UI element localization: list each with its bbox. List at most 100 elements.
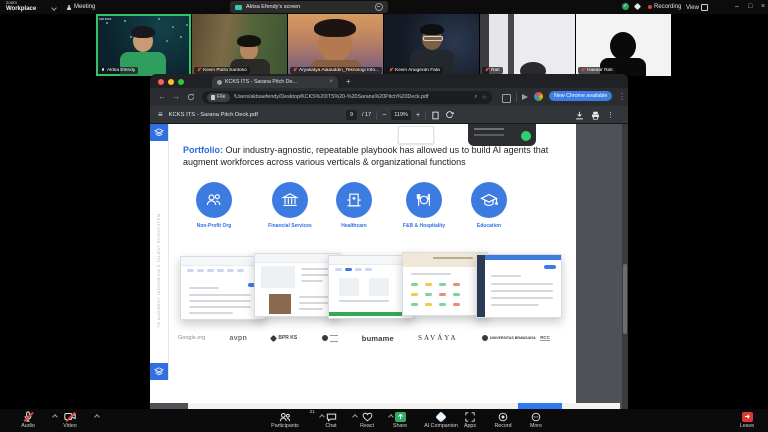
- participants-count-badge: 21: [310, 410, 315, 415]
- mac-close-button[interactable]: [158, 79, 164, 85]
- reload-icon[interactable]: [187, 93, 195, 101]
- mac-minimize-button[interactable]: [168, 79, 174, 85]
- logo-text-lines: [330, 335, 338, 342]
- zoom-in-icon[interactable]: +: [416, 112, 420, 119]
- category-label: Education: [456, 223, 522, 229]
- chrome-menu-icon[interactable]: ⋮: [618, 92, 626, 102]
- meeting-icon: [66, 5, 71, 10]
- maximize-button[interactable]: □: [748, 2, 752, 12]
- zoom-titlebar: zoom Workplace Meeting Aktsa Efendy's sc…: [0, 0, 768, 14]
- chat-button[interactable]: Chat: [316, 411, 346, 429]
- avatar: [314, 19, 356, 37]
- more-button[interactable]: More: [521, 411, 551, 429]
- participant-video-1[interactable]: sarana Aktsa Efendy: [96, 14, 191, 76]
- print-icon[interactable]: [591, 111, 600, 120]
- audio-button[interactable]: Audio: [10, 411, 46, 429]
- participant-name-pill: Rafi: [482, 67, 503, 74]
- category-nonprofit: Non-Profit Org: [181, 182, 247, 229]
- chevron-down-icon[interactable]: [51, 5, 57, 11]
- ai-sparkle-icon[interactable]: [634, 3, 641, 10]
- participant-video-2[interactable]: Kevin Putra Santoso: [192, 14, 287, 76]
- send-tab-icon[interactable]: [522, 94, 528, 100]
- video-button[interactable]: Video: [52, 411, 88, 429]
- pdf-more-icon[interactable]: ⋮: [607, 111, 614, 119]
- participant-video-4[interactable]: Kevin Anugerah Fata: [384, 14, 479, 76]
- pdf-favicon: [217, 80, 222, 85]
- app-name-workplace: Workplace: [6, 6, 36, 12]
- participant-video-5[interactable]: Rafi: [480, 14, 575, 76]
- people-icon: [196, 182, 232, 218]
- share-button[interactable]: Share: [384, 411, 416, 429]
- phone-mockup: [468, 124, 536, 146]
- forward-icon[interactable]: →: [172, 92, 180, 102]
- react-label: React: [352, 423, 382, 429]
- recording-label: Recording: [654, 4, 681, 10]
- rotate-icon[interactable]: [445, 111, 454, 120]
- tab-close-icon[interactable]: ×: [329, 79, 333, 85]
- search-icon[interactable]: ⌕: [474, 94, 477, 101]
- mac-zoom-button[interactable]: [178, 79, 184, 85]
- download-icon[interactable]: [575, 111, 584, 120]
- mic-muted-icon: [581, 68, 585, 73]
- page-number-input[interactable]: 9: [346, 110, 357, 120]
- participant-video-6[interactable]: Haedar Rafi: [576, 14, 671, 76]
- slide-card: [398, 126, 434, 144]
- react-button[interactable]: React: [352, 411, 382, 429]
- extensions-icon[interactable]: [502, 94, 511, 103]
- chat-label: Chat: [316, 423, 346, 429]
- participant-name-pill: Aktsa Efendy: [98, 67, 138, 74]
- back-icon[interactable]: ←: [158, 92, 166, 102]
- pdf-page-controls: 9 / 17 − 119% +: [346, 106, 454, 124]
- new-tab-button[interactable]: +: [346, 77, 351, 87]
- participants-button[interactable]: 21 Participants: [262, 411, 308, 429]
- pdf-menu-icon[interactable]: ≡: [158, 110, 163, 119]
- tab-meeting[interactable]: Meeting: [66, 4, 95, 10]
- logo-universitas-brawijaya: UNIVERSITAS BRAWIJAYA: [482, 335, 516, 341]
- video-label: Video: [52, 423, 88, 429]
- browser-toolbar: ← → File /Users/aktsaefendy/Desktop/KCKS…: [150, 88, 628, 106]
- bookmark-star-icon[interactable]: ☆: [482, 94, 487, 101]
- browser-tab[interactable]: KCKS ITS - Sarana Pitch De... ×: [212, 76, 338, 88]
- constellation-decoration: [106, 22, 108, 24]
- pdf-viewport[interactable]: TO AUGMENT INDONESIA'S TALENT ECOSYSTEM …: [150, 124, 628, 409]
- zoom-out-icon[interactable]: −: [382, 112, 386, 119]
- security-shield-icon[interactable]: ✓: [622, 3, 629, 10]
- address-bar[interactable]: File /Users/aktsaefendy/Desktop/KCKS%20I…: [202, 91, 492, 104]
- new-chrome-button[interactable]: New Chrome available: [549, 91, 612, 101]
- pdf-scrollbar-thumb[interactable]: [623, 264, 627, 334]
- avatar: [420, 24, 444, 35]
- category-label: F&B & Hospitality: [391, 223, 457, 229]
- minimize-button[interactable]: –: [735, 2, 739, 12]
- slide-page-9: TO AUGMENT INDONESIA'S TALENT ECOSYSTEM …: [150, 147, 576, 403]
- category-education: Education: [456, 182, 522, 229]
- mic-muted-icon: [389, 68, 393, 73]
- recording-indicator: Recording: [648, 4, 681, 10]
- profile-avatar[interactable]: [534, 92, 543, 101]
- zoom-level[interactable]: 119%: [391, 110, 411, 120]
- video-menu-caret[interactable]: [94, 414, 100, 420]
- page-total: / 17: [362, 112, 371, 118]
- apps-button[interactable]: Apps: [455, 411, 485, 429]
- circle-mark-icon: [322, 335, 328, 341]
- hospital-icon: [336, 182, 372, 218]
- mic-muted-icon: [293, 68, 297, 73]
- tab-shared-screen[interactable]: Aktsa Efendy's screen: [230, 1, 388, 13]
- mic-on-icon: [101, 68, 105, 73]
- share-label: Share: [384, 423, 416, 429]
- participant-video-3[interactable]: Aryasatya Alaauddin_Teknologi Info...: [288, 14, 383, 76]
- pdf-filename: KCKS ITS - Sarana Pitch Deck.pdf: [169, 112, 258, 118]
- leave-button[interactable]: Leave: [732, 411, 762, 429]
- toolbar-divider: [425, 111, 426, 120]
- logo-savaya: SAVÁYA: [418, 334, 458, 342]
- participant-name: Aryasatya Alaauddin_Teknologi Info...: [299, 68, 379, 73]
- category-label: Non-Profit Org: [181, 223, 247, 229]
- view-button[interactable]: View: [686, 4, 708, 11]
- close-shared-screen-icon[interactable]: [375, 3, 383, 11]
- category-fnb: F&B & Hospitality: [391, 182, 457, 229]
- url-text[interactable]: /Users/aktsaefendy/Desktop/KCKS%20ITS%20…: [234, 94, 471, 100]
- record-button[interactable]: Record: [487, 411, 519, 429]
- pdf-actions: ⋮: [575, 106, 614, 124]
- fit-page-icon[interactable]: [431, 111, 440, 120]
- more-label: More: [521, 423, 551, 429]
- close-button[interactable]: ×: [761, 2, 765, 12]
